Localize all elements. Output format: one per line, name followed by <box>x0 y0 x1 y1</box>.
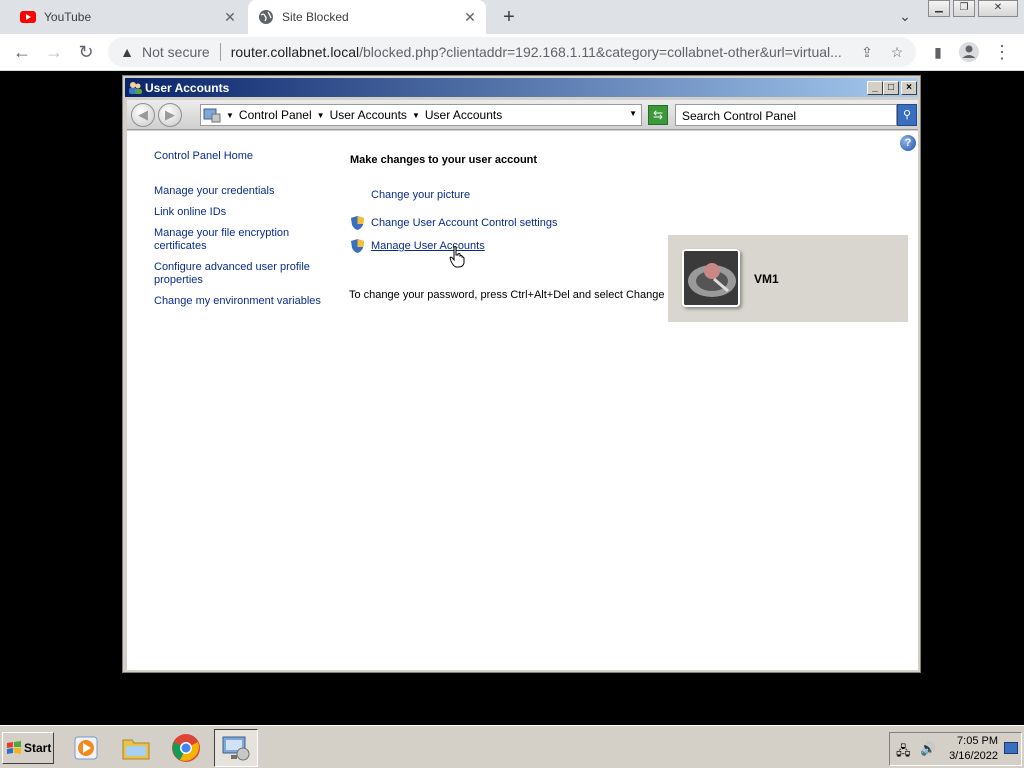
control-panel-home-link[interactable]: Control Panel Home <box>154 150 329 163</box>
breadcrumb-item[interactable]: User Accounts <box>425 108 502 122</box>
network-icon[interactable]: 🖧 <box>896 742 911 764</box>
not-secure-label: Not secure <box>142 44 210 60</box>
breadcrumb-item[interactable]: User Accounts <box>330 108 407 122</box>
chevron-down-icon: ▼ <box>316 110 325 120</box>
users-icon <box>129 82 142 94</box>
link-online-ids-link[interactable]: Link online IDs <box>154 206 329 219</box>
close-tab-icon[interactable]: ✕ <box>222 9 238 25</box>
maximize-button[interactable]: □ <box>883 81 899 95</box>
explorer-address-bar: ◀ ▶ ▼ Control Panel ▼ User Accounts ▼ Us… <box>127 100 918 130</box>
search-icon[interactable]: ⚲ <box>897 104 917 126</box>
search-input[interactable]: Search Control Panel <box>675 104 897 126</box>
restore-button[interactable]: ❐ <box>953 0 975 17</box>
shield-icon <box>351 216 364 230</box>
user-accounts-window: User Accounts _ □ × ◀ ▶ ▼ Control Panel … <box>122 75 921 673</box>
hand-cursor-icon <box>449 246 465 268</box>
url-path: /blocked.php?clientaddr=192.168.1.11&cat… <box>359 44 842 60</box>
profile-icon[interactable] <box>957 40 981 64</box>
breadcrumb-item[interactable]: Control Panel <box>239 108 312 122</box>
avatar[interactable] <box>682 249 740 307</box>
show-desktop-icon[interactable] <box>1004 742 1018 754</box>
advanced-profile-link[interactable]: Configure advanced user profile properti… <box>154 261 329 287</box>
menu-icon[interactable]: ⋮ <box>990 40 1014 64</box>
back-arrow-icon[interactable]: ◀ <box>131 103 155 127</box>
share-icon[interactable]: ⇪ <box>858 43 876 61</box>
clock-date: 3/16/2022 <box>949 750 998 762</box>
tab-title: Site Blocked <box>282 10 349 24</box>
url-host: router.collabnet.local <box>230 44 360 60</box>
close-tab-icon[interactable]: ✕ <box>462 9 478 25</box>
chevron-down-icon: ▼ <box>226 110 234 120</box>
dropdown-arrow-icon[interactable]: ▼ <box>629 109 637 118</box>
content-pane: ? Control Panel Home Manage your credent… <box>127 131 918 670</box>
start-label: Start <box>24 741 52 755</box>
chrome-icon[interactable] <box>164 729 208 767</box>
media-player-icon[interactable] <box>64 729 108 767</box>
back-arrow-icon[interactable]: ← <box>10 40 34 64</box>
window-titlebar[interactable]: User Accounts _ □ × <box>125 78 918 97</box>
taskbar: Start 🖧 🔊 7:05 PM 3/16/2022 <box>0 725 1024 768</box>
close-window-button[interactable]: ✕ <box>978 0 1018 17</box>
volume-icon[interactable]: 🔊 <box>920 741 936 757</box>
user-panel: VM1 <box>668 235 908 322</box>
start-button[interactable]: Start <box>2 732 54 764</box>
warning-icon: ▲ <box>120 44 134 60</box>
chevron-down-icon[interactable]: ⌄ <box>896 8 914 26</box>
clock-time: 7:05 PM <box>957 735 998 747</box>
refresh-icon[interactable]: ⇆ <box>648 105 668 125</box>
divider <box>219 43 221 61</box>
breadcrumb[interactable]: ▼ Control Panel ▼ User Accounts ▼ User A… <box>200 104 642 126</box>
file-explorer-icon[interactable] <box>114 729 158 767</box>
url-text[interactable]: router.collabnet.local/blocked.php?clien… <box>231 44 853 60</box>
system-tray: 🖧 🔊 7:05 PM 3/16/2022 <box>889 732 1022 766</box>
environment-variables-link[interactable]: Change my environment variables <box>154 295 329 308</box>
youtube-icon <box>20 9 36 25</box>
uac-settings-link[interactable]: Change User Account Control settings <box>371 217 558 229</box>
tab-title: YouTube <box>44 10 92 24</box>
address-bar[interactable]: ▲ Not secure router.collabnet.local/bloc… <box>108 37 916 67</box>
new-tab-button[interactable]: + <box>498 6 520 28</box>
minimize-button[interactable]: ▁ <box>928 0 950 17</box>
tab-youtube[interactable]: YouTube ✕ <box>10 0 246 34</box>
forward-arrow-icon[interactable]: → <box>42 40 66 64</box>
control-panel-icon <box>203 108 221 123</box>
help-icon[interactable]: ? <box>900 135 916 151</box>
page-heading: Make changes to your user account <box>350 154 538 166</box>
star-icon[interactable]: ☆ <box>888 43 906 61</box>
chevron-down-icon: ▼ <box>411 110 420 120</box>
side-panel-icon[interactable]: ▮ <box>926 40 950 64</box>
window-title: User Accounts <box>145 80 230 95</box>
tab-site-blocked[interactable]: Site Blocked ✕ <box>248 0 486 34</box>
reload-icon[interactable]: ↻ <box>74 40 98 64</box>
browser-toolbar: ← → ↻ ▲ Not secure router.collabnet.loca… <box>0 34 1024 71</box>
minimize-button[interactable]: _ <box>867 81 883 95</box>
clock[interactable]: 7:05 PM 3/16/2022 <box>948 734 998 764</box>
username: VM1 <box>754 272 779 286</box>
shield-icon <box>351 239 364 253</box>
windows-logo-icon <box>7 741 21 754</box>
manage-user-accounts-link[interactable]: Manage User Accounts <box>371 240 485 252</box>
manage-credentials-link[interactable]: Manage your credentials <box>154 185 329 198</box>
forward-arrow-icon[interactable]: ▶ <box>158 103 182 127</box>
change-picture-link[interactable]: Change your picture <box>371 189 470 201</box>
control-panel-taskbar-icon[interactable] <box>214 729 258 767</box>
browser-tab-strip: YouTube ✕ Site Blocked ✕ + ⌄ ▁ ❐ ✕ <box>0 0 1024 34</box>
globe-icon <box>258 9 274 25</box>
file-encryption-link[interactable]: Manage your file encryption certificates <box>154 227 329 253</box>
close-button[interactable]: × <box>901 81 917 95</box>
